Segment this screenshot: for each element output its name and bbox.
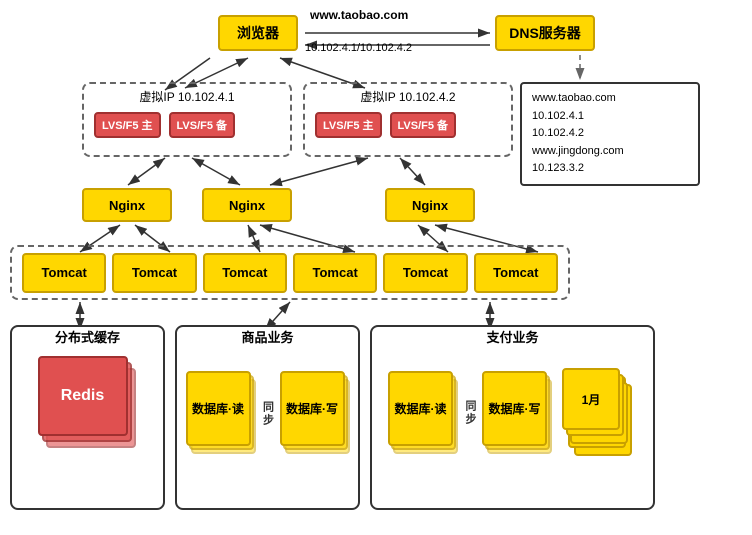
lvs-backup2-box: LVS/F5 备 <box>390 112 457 138</box>
product-db-write-box: 数据库·写 <box>280 371 345 446</box>
dns-server-label: DNS服务器 <box>509 23 581 43</box>
nginx3-box: Nginx <box>385 188 475 222</box>
dns-line1: www.taobao.com <box>532 90 688 108</box>
product-db-read-box: 数据库·读 <box>186 371 251 446</box>
dns-line2: 10.102.4.1 <box>532 108 688 126</box>
lvs-main2-box: LVS/F5 主 <box>315 112 382 138</box>
browser-label: 浏览器 <box>237 23 279 43</box>
cache-section: 分布式缓存 Redis <box>10 325 165 510</box>
vip1-label: 虚拟IP 10.102.4.1 <box>139 88 234 105</box>
payment-db-read-box: 数据库·读 <box>388 371 453 446</box>
ip-label-top: 10.102.4.1/10.102.4.2 <box>305 42 412 54</box>
dns-line5: 10.123.3.2 <box>532 160 688 178</box>
payment-sync-label: 同步 <box>462 400 478 426</box>
product-title: 商品业务 <box>177 327 358 346</box>
product-section: 商品业务 数据库·读 同步 数据库·写 <box>175 325 360 510</box>
domain-label-top: www.taobao.com <box>310 8 408 22</box>
product-sync-label: 同步 <box>260 401 276 427</box>
tomcat6-box: Tomcat <box>474 253 558 293</box>
vip2-label: 虚拟IP 10.102.4.2 <box>360 88 455 105</box>
dns-server-box: DNS服务器 <box>495 15 595 51</box>
dns-info-box: www.taobao.com 10.102.4.1 10.102.4.2 www… <box>520 82 700 186</box>
lvs-main1-box: LVS/F5 主 <box>94 112 161 138</box>
tomcat-container: Tomcat Tomcat Tomcat Tomcat Tomcat Tomca… <box>10 245 570 300</box>
cache-title: 分布式缓存 <box>12 327 163 346</box>
tomcat5-box: Tomcat <box>383 253 467 293</box>
tomcat3-box: Tomcat <box>203 253 287 293</box>
payment-month-1-box: 1月 <box>562 368 620 430</box>
payment-section: 支付业务 数据库·读 同步 数据库·写 <box>370 325 655 510</box>
dns-line3: 10.102.4.2 <box>532 125 688 143</box>
dns-line4: www.jingdong.com <box>532 143 688 161</box>
vip1-group: 虚拟IP 10.102.4.1 LVS/F5 主 LVS/F5 备 <box>82 82 292 157</box>
redis-label: Redis <box>61 387 105 405</box>
lvs-backup1-box: LVS/F5 备 <box>169 112 236 138</box>
tomcat2-box: Tomcat <box>112 253 196 293</box>
payment-db-write-box: 数据库·写 <box>482 371 547 446</box>
tomcat4-box: Tomcat <box>293 253 377 293</box>
vip2-group: 虚拟IP 10.102.4.2 LVS/F5 主 LVS/F5 备 <box>303 82 513 157</box>
nginx2-box: Nginx <box>202 188 292 222</box>
nginx1-box: Nginx <box>82 188 172 222</box>
tomcat1-box: Tomcat <box>22 253 106 293</box>
payment-title: 支付业务 <box>372 327 653 346</box>
browser-box: 浏览器 <box>218 15 298 51</box>
redis-box: Redis <box>38 356 128 436</box>
